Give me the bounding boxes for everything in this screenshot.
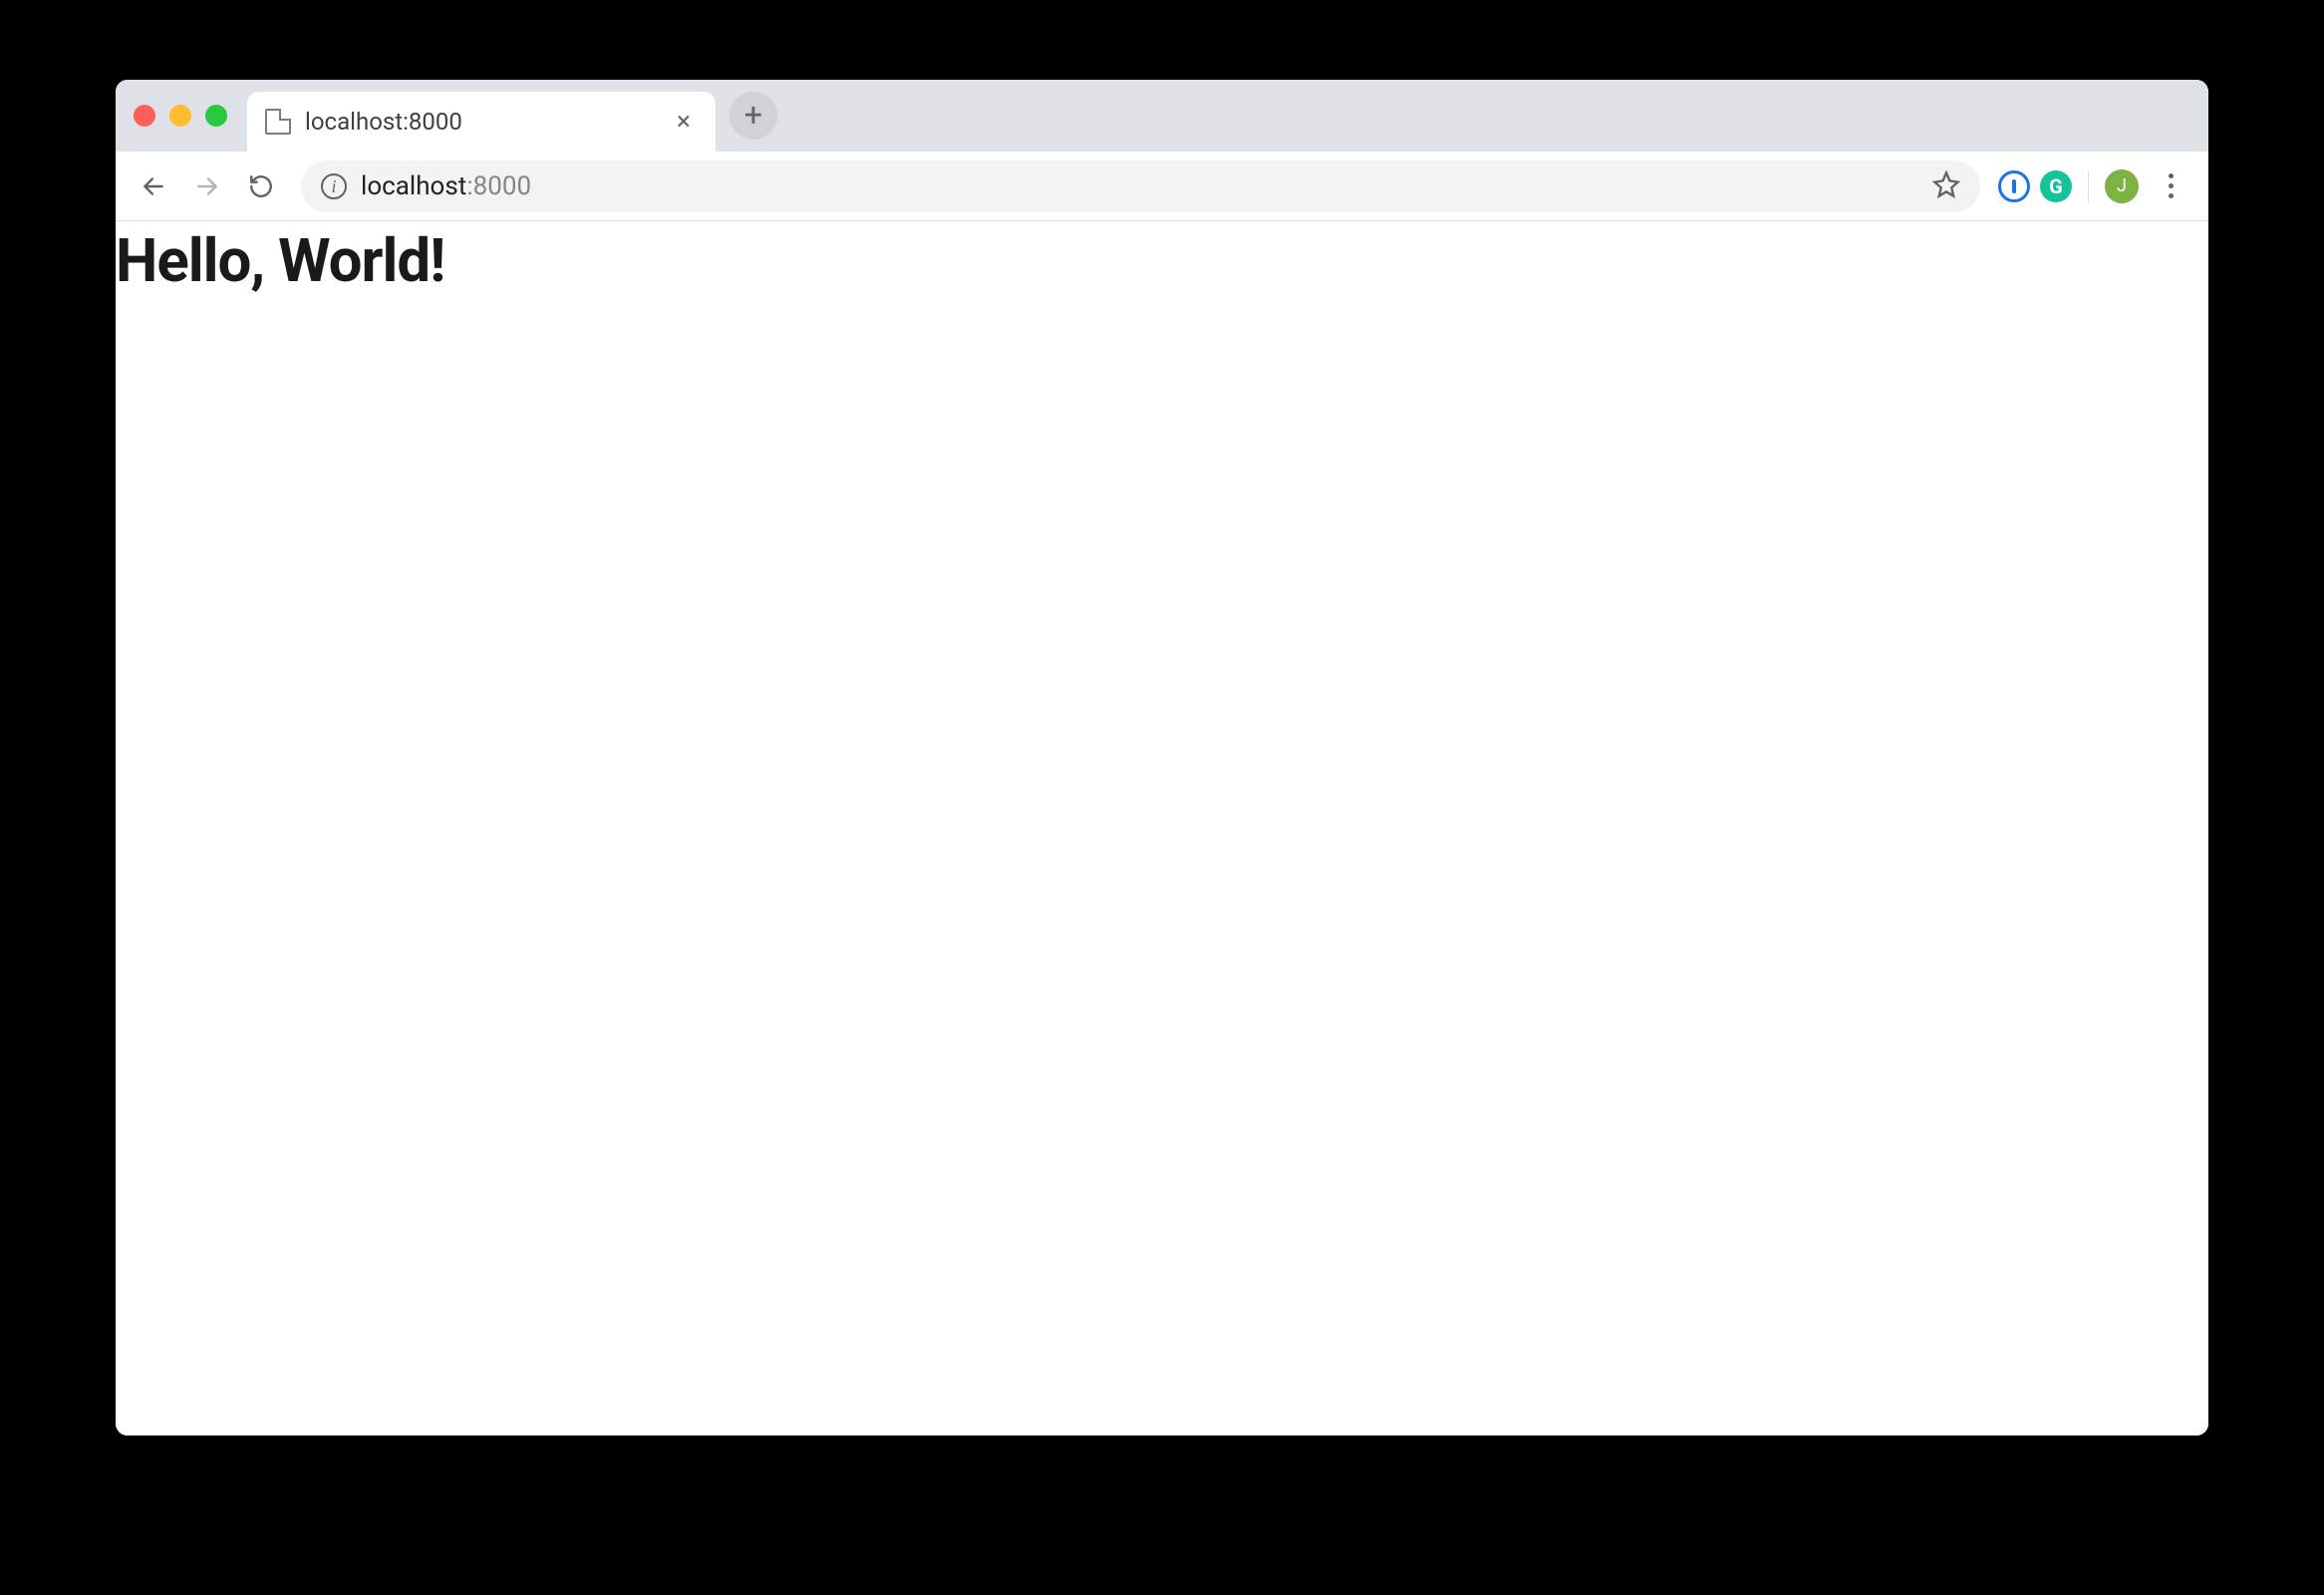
url-text: localhost:8000 <box>361 171 531 201</box>
site-info-icon[interactable]: i <box>321 173 347 199</box>
browser-window: localhost:8000 × + i localhost:8000 <box>116 80 2208 1436</box>
window-close-button[interactable] <box>134 105 155 127</box>
reload-button[interactable] <box>239 164 283 208</box>
back-button[interactable] <box>132 164 175 208</box>
address-bar[interactable]: i localhost:8000 <box>301 160 1980 212</box>
url-host: localhost <box>361 171 466 201</box>
browser-menu-button[interactable] <box>2149 173 2192 198</box>
window-minimize-button[interactable] <box>169 105 191 127</box>
reload-icon <box>248 173 274 199</box>
arrow-left-icon <box>141 173 166 199</box>
window-maximize-button[interactable] <box>205 105 227 127</box>
extension-1password-icon[interactable] <box>1998 170 2030 202</box>
tab-title: localhost:8000 <box>305 108 656 136</box>
page-icon <box>265 109 291 135</box>
browser-tab[interactable]: localhost:8000 × <box>247 92 716 152</box>
url-port: :8000 <box>466 171 531 201</box>
page-heading: Hello, World! <box>116 225 2208 296</box>
arrow-right-icon <box>194 173 220 199</box>
page-viewport: Hello, World! <box>116 221 2208 1436</box>
toolbar: i localhost:8000 G J <box>116 152 2208 221</box>
forward-button[interactable] <box>185 164 229 208</box>
window-controls <box>134 105 227 127</box>
dots-icon <box>2169 193 2174 198</box>
dots-icon <box>2169 173 2174 178</box>
close-tab-icon[interactable]: × <box>670 107 698 137</box>
dots-icon <box>2169 183 2174 188</box>
bookmark-button[interactable] <box>1932 170 1960 202</box>
tab-strip: localhost:8000 × + <box>116 80 2208 152</box>
keyhole-icon <box>2004 176 2024 196</box>
new-tab-button[interactable]: + <box>729 92 777 140</box>
star-icon <box>1932 170 1960 198</box>
profile-avatar[interactable]: J <box>2105 169 2139 203</box>
extension-grammarly-icon[interactable]: G <box>2040 170 2072 202</box>
toolbar-divider <box>2088 170 2089 202</box>
